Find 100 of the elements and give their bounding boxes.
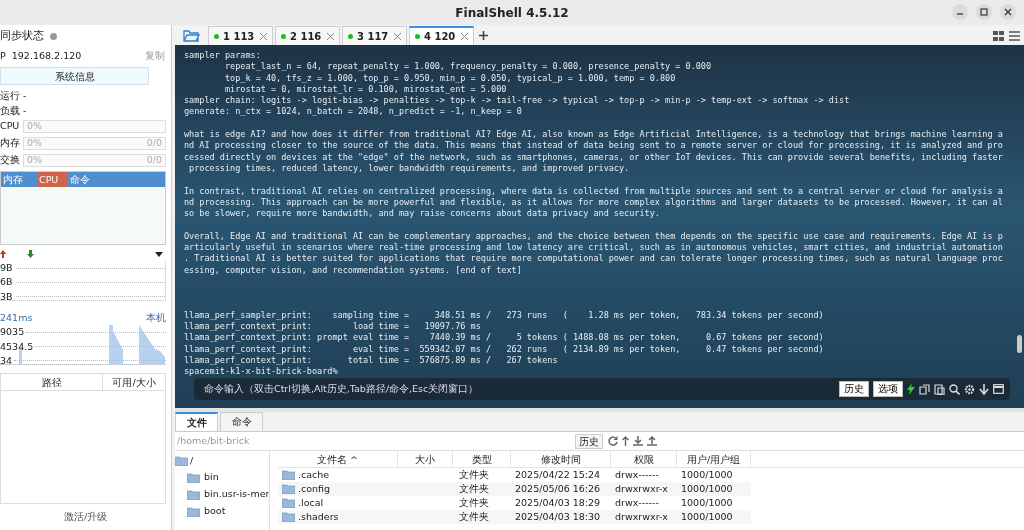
dropdown-icon[interactable] [155,251,163,257]
column-header[interactable]: 可用/大小 [103,374,165,391]
table-cell-text: 文件夹 [459,467,489,482]
close-icon[interactable] [394,32,401,40]
terminal-line: repeat_last_n = 64, repeat_penalty = 1.000, frequency_penalty = 0.000, presence_penalty = 0.000 [223,61,713,73]
column-header[interactable]: 文件名 ^ [278,451,398,467]
folder-open-icon[interactable] [183,30,200,42]
lightning-icon[interactable] [907,383,915,395]
table-cell-text: 1000/1000 [681,509,733,524]
search-icon[interactable] [949,383,960,395]
command-input[interactable]: 命令输入（双击Ctrl切换,Alt历史,Tab路径/命令,Esc关闭窗口） 历史 选项 [194,378,1010,400]
terminal-line: llama_perf_sampler_print: sampling time = 348.51 ms / 273 runs ( 1.28 ms per token, 783.34 tokens per second) [184,309,825,322]
axis-label: 9035 [0,325,25,340]
grid-view-icon[interactable] [993,31,1004,41]
column-header[interactable]: 大小 [398,451,453,467]
close-icon [1004,8,1012,16]
tab-label: 2 116 [290,29,322,44]
add-icon[interactable] [479,31,488,40]
refresh-icon[interactable] [608,436,618,446]
table-cell-text: 2025/04/03 18:30 [515,509,601,524]
terminal-line: articularly useful in scenarios where real-time processing and low latency are critical, such as in autonomous vehicles, smart cities, and industrial automation [184,242,1004,254]
column-header[interactable]: 权限 [611,451,677,467]
panel-tab[interactable]: 命令 [220,412,263,431]
copy-icon[interactable] [919,383,930,395]
table-cell-text: 2025/04/22 15:24 [515,467,601,482]
terminal-line: so be slower, require more bandwidth, and may raise concerns about data privacy and security. [184,208,661,220]
maximize-icon [980,8,988,16]
column-header[interactable]: CPU [37,172,68,187]
table-cell-text: 1000/1000 [681,467,733,482]
terminal-line: llama_perf_context_print: load time = 19097.76 ms [184,321,482,333]
history-button[interactable]: 历史 [575,433,603,449]
tab-label: 4 120 [424,30,456,44]
axis-label: 6B [0,275,14,290]
toolbar-button[interactable]: 历史 [839,381,869,397]
table-cell-text: 2025/05/06 16:26 [515,481,601,496]
table-cell-text: drwx------ [615,467,659,482]
minimize-button[interactable] [952,4,968,20]
session-tab[interactable]: 2 116 [275,26,340,45]
latency-value: 241ms [0,311,33,325]
terminal-line: sampler params: [184,50,262,62]
terminal-line: what is edge AI? and how does it differ from traditional AI? Edge AI, also known as Edge Artificial Intelligence, is a technology that brings machine learning a [184,129,1004,141]
settings-icon[interactable] [964,383,975,395]
column-header[interactable]: 修改时间 [511,451,611,467]
terminal-line: llama_perf_context_print: prompt eval time = 7440.39 ms / 5 tokens ( 1488.08 ms per token, 0.67 tokens per second) [184,332,825,344]
activate-link[interactable]: 激活/升级 [0,504,171,530]
load-label: 负载 - [0,104,28,118]
scrollbar [1017,335,1022,353]
close-icon[interactable] [260,32,267,40]
meter-label: 内存 [0,136,21,151]
session-tab[interactable]: 4 120 [409,26,474,45]
axis-label: 9B [0,261,14,275]
meter-count: 0/0 [146,136,162,151]
tree-item[interactable]: / [190,453,194,469]
axis-label: 34 [0,353,13,368]
close-icon[interactable] [461,33,468,40]
up-arrow-icon[interactable] [622,436,629,446]
terminal-line: nd AI processing closer to the source of the data. This means that instead of data being sent to a remote server or cloud for processing, it is analyzed and pro [184,140,1004,152]
table-cell-text: 文件夹 [459,509,489,524]
close-icon[interactable] [327,32,334,40]
panel-tab[interactable]: 文件 [175,412,218,431]
terminal-line: processing times, reduced latency, lower bandwidth requirements, and improved privacy. [188,162,631,175]
folder-icon [282,512,295,522]
sync-status-label: 同步状态 [0,28,44,44]
system-info-button[interactable]: 系统信息 [0,67,149,85]
terminal-line: nd processing. This approach can be more powerful and flexible, as it allows for more complex algorithms and larger datasets to be processed. However, it can al [184,196,1004,209]
toolbar-button[interactable]: 选项 [873,381,903,397]
session-tab[interactable]: 3 117 [342,26,407,45]
terminal-line: Overall, Edge AI and traditional AI can be complementary approaches, and the choice between them depends on the specific use case and requirements. Edge AI is p [184,230,1004,243]
maximize-button[interactable] [976,4,992,20]
menu-icon[interactable] [1009,31,1020,41]
tree-item[interactable]: bin [204,470,219,485]
column-header[interactable]: 类型 [453,451,511,467]
terminal-line: cessed directly on devices at the "edge" of the network, such as smartphones, cameras, or other IoT devices. This can provide several benefits, including faster [184,151,1004,163]
upload-arrow-icon [0,250,6,258]
table-cell-text: .config [298,481,331,496]
column-header[interactable]: 用户/用户组 [677,451,751,467]
table-cell-text: 2025/04/03 18:29 [515,495,601,510]
table-cell-text: .shaders [298,509,339,524]
meter-value: 0% [27,153,43,168]
terminal-line: essing, computer vision, and recommendation systems. [end of text] [184,264,523,276]
table-cell-text: drwxrwxr-x [615,509,668,524]
window-icon[interactable] [993,384,1004,394]
paste-icon[interactable] [934,383,945,395]
table-cell-text: drwxrwxr-x [615,481,668,496]
tree-item[interactable]: boot [204,504,226,519]
column-header[interactable]: 路径 [1,374,103,391]
axis-label: 4534.5 [0,339,34,354]
down-arrow-icon[interactable] [979,383,989,395]
meter-label: 交换 [0,153,21,168]
close-button[interactable] [1000,4,1016,20]
folder-icon [187,506,200,517]
terminal-line: spacemit-k1-x-bit-brick-board% [184,366,339,378]
download-icon[interactable] [633,436,643,446]
session-tab[interactable]: 1 113 [208,26,273,45]
tree-item[interactable]: bin.usr-is-mer [204,487,269,502]
table-cell-text: 文件夹 [459,495,489,510]
folder-icon [187,472,200,483]
download-arrow-icon [27,250,34,258]
terminal-line: mirostat = 0, mirostat_lr = 0.100, mirostat_ent = 5.000 [223,83,508,96]
upload-icon[interactable] [647,436,657,446]
